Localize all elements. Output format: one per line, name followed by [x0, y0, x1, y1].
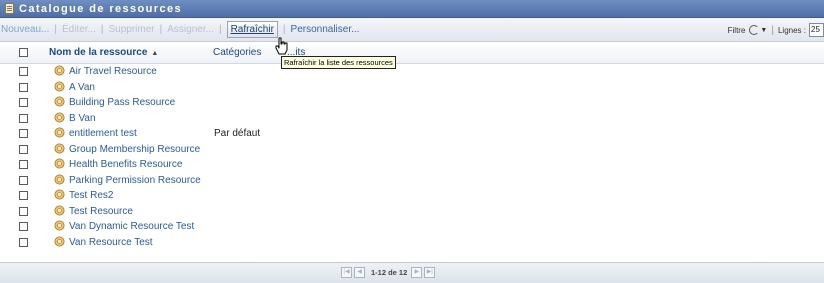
pagination: |◀ ◀ 1-12 de 12 ▶ ▶| — [341, 267, 437, 278]
lines-input[interactable]: 25 — [809, 23, 824, 37]
pagination-range: 1-12 de 12 — [371, 268, 408, 277]
resource-icon — [54, 189, 65, 200]
row-checkbox[interactable] — [19, 175, 28, 185]
row-checkbox[interactable] — [19, 98, 28, 107]
new-button[interactable]: Nouveau... — [1, 24, 49, 35]
table-row[interactable]: Air Travel Resource — [0, 64, 824, 80]
row-checkbox[interactable] — [19, 222, 28, 231]
toolbar-separator: | — [54, 24, 57, 35]
table-row[interactable]: Van Dynamic Resource Test — [0, 219, 824, 235]
hand-cursor-icon — [275, 37, 288, 55]
resource-icon — [54, 236, 65, 246]
resource-name-link[interactable]: entitlement test — [69, 128, 137, 139]
resource-name-link[interactable]: Van Dynamic Resource Test — [69, 221, 194, 232]
next-page-button[interactable]: ▶ — [411, 267, 423, 278]
lines-label: Lignes : — [777, 25, 806, 35]
row-checkbox[interactable] — [19, 82, 28, 92]
resource-icon — [54, 205, 65, 215]
resource-icon — [54, 158, 65, 169]
resource-icon — [54, 96, 65, 107]
delete-button[interactable]: Supprimer — [109, 24, 155, 35]
column-header-name[interactable]: Nom de la ressource ▲ — [49, 47, 158, 58]
last-page-button[interactable]: ▶| — [424, 267, 436, 278]
table-row[interactable]: Health Benefits Resource — [0, 157, 824, 173]
toolbar-separator: | — [771, 24, 774, 36]
toolbar: Nouveau... | Éditer... | Supprimer | Ass… — [0, 18, 824, 42]
table-header: Nom de la ressource ▲ Catégories ...its — [0, 42, 824, 64]
toolbar-separator: | — [218, 24, 222, 35]
row-checkbox[interactable] — [19, 113, 28, 123]
filter-icon[interactable] — [749, 25, 760, 35]
resource-icon — [54, 81, 65, 91]
table-row[interactable]: B Van — [0, 111, 824, 127]
sort-ascending-icon: ▲ — [151, 50, 159, 57]
resource-list: Air Travel Resource A Van Building Pass … — [0, 64, 824, 250]
catalog-icon — [5, 3, 14, 14]
resource-name-link[interactable]: Air Travel Resource — [69, 66, 157, 77]
resource-name-link[interactable]: B Van — [69, 113, 96, 124]
edit-button[interactable]: Éditer... — [62, 24, 96, 35]
resource-name-link[interactable]: Van Resource Test — [69, 237, 153, 248]
select-all-checkbox[interactable] — [19, 48, 28, 57]
resource-category: Par défaut — [214, 128, 261, 139]
toolbar-right: Filtre ▼ | Lignes : 25 — [728, 18, 824, 42]
resource-icon — [54, 127, 65, 138]
toolbar-separator: | — [282, 24, 286, 35]
row-checkbox[interactable] — [19, 237, 28, 247]
refresh-tooltip: Rafraîchir la liste des ressources — [281, 56, 396, 69]
table-row[interactable]: entitlement test Par défaut — [0, 126, 824, 142]
resource-icon — [54, 112, 65, 122]
table-row[interactable]: Test Resource — [0, 204, 824, 220]
resource-name-link[interactable]: A Van — [69, 82, 95, 93]
table-row[interactable]: Van Resource Test — [0, 235, 824, 251]
table-row[interactable]: A Van — [0, 80, 824, 96]
resource-name-link[interactable]: Building Pass Resource — [69, 97, 175, 108]
resource-name-link[interactable]: Test Res2 — [69, 190, 113, 201]
title-bar: Catalogue de ressources — [0, 0, 824, 18]
resource-icon — [54, 65, 65, 76]
customize-button[interactable]: Personnaliser... — [291, 24, 360, 35]
table-row[interactable]: Parking Permission Resource — [0, 173, 824, 189]
toolbar-separator: | — [100, 24, 104, 35]
resource-icon — [54, 174, 65, 184]
row-checkbox[interactable] — [19, 129, 28, 138]
toolbar-separator: | — [159, 24, 163, 35]
row-checkbox[interactable] — [19, 160, 28, 169]
row-checkbox[interactable] — [19, 67, 28, 76]
assign-button[interactable]: Assigner... — [167, 24, 214, 35]
resource-name-link[interactable]: Parking Permission Resource — [69, 175, 201, 186]
column-header-categories[interactable]: Catégories — [213, 47, 261, 58]
resource-icon — [54, 220, 65, 231]
column-header-name-label: Nom de la ressource — [49, 47, 148, 58]
resource-name-link[interactable]: Health Benefits Resource — [69, 159, 182, 170]
filter-label: Filtre — [727, 25, 746, 35]
resource-name-link[interactable]: Group Membership Resource — [69, 144, 200, 155]
first-page-button[interactable]: |◀ — [341, 267, 352, 278]
row-checkbox[interactable] — [19, 206, 28, 216]
resource-name-link[interactable]: Test Resource — [69, 206, 133, 217]
table-row[interactable]: Group Membership Resource — [0, 142, 824, 158]
refresh-button[interactable]: Rafraîchir — [226, 21, 278, 38]
table-row[interactable]: Building Pass Resource — [0, 95, 824, 111]
resource-icon — [54, 143, 65, 153]
chevron-down-icon[interactable]: ▼ — [760, 27, 767, 34]
row-checkbox[interactable] — [19, 144, 28, 154]
table-footer: |◀ ◀ 1-12 de 12 ▶ ▶| — [0, 262, 824, 283]
row-checkbox[interactable] — [19, 191, 28, 200]
table-row[interactable]: Test Res2 — [0, 188, 824, 204]
page-title: Catalogue de ressources — [19, 2, 183, 15]
previous-page-button[interactable]: ◀ — [354, 267, 365, 278]
